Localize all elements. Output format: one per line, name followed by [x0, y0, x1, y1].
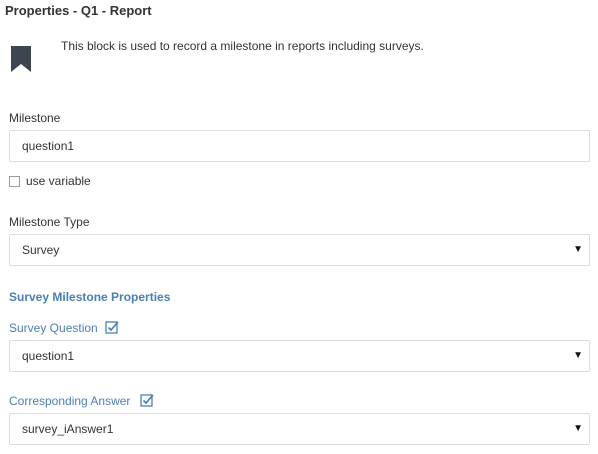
corresponding-answer-label: Corresponding Answer — [9, 394, 131, 408]
caret-down-icon: ▼ — [573, 350, 583, 361]
block-description: This block is used to record a milestone… — [61, 39, 424, 53]
milestone-type-label: Milestone Type — [9, 215, 90, 229]
corresponding-answer-select[interactable]: survey_iAnswer1 ▼ — [9, 413, 590, 445]
corresponding-answer-value: survey_iAnswer1 — [22, 422, 114, 436]
caret-down-icon: ▼ — [573, 244, 583, 255]
caret-down-icon: ▼ — [573, 423, 583, 434]
survey-section-title: Survey Milestone Properties — [9, 290, 171, 304]
milestone-type-value: Survey — [22, 243, 60, 257]
survey-question-value: question1 — [22, 349, 75, 363]
use-variable-label: use variable — [26, 174, 91, 188]
survey-question-select[interactable]: question1 ▼ — [9, 340, 590, 372]
milestone-input[interactable]: question1 — [9, 130, 590, 162]
use-variable-row[interactable]: use variable — [9, 174, 91, 188]
bookmark-icon — [11, 46, 31, 72]
use-variable-checkbox[interactable] — [9, 175, 20, 187]
survey-question-label: Survey Question — [9, 321, 98, 335]
milestone-type-select[interactable]: Survey ▼ — [9, 234, 590, 266]
panel-title: Properties - Q1 - Report — [5, 3, 152, 18]
checked-box-icon[interactable] — [140, 393, 154, 407]
checked-box-icon[interactable] — [105, 320, 119, 334]
milestone-label: Milestone — [9, 111, 61, 125]
